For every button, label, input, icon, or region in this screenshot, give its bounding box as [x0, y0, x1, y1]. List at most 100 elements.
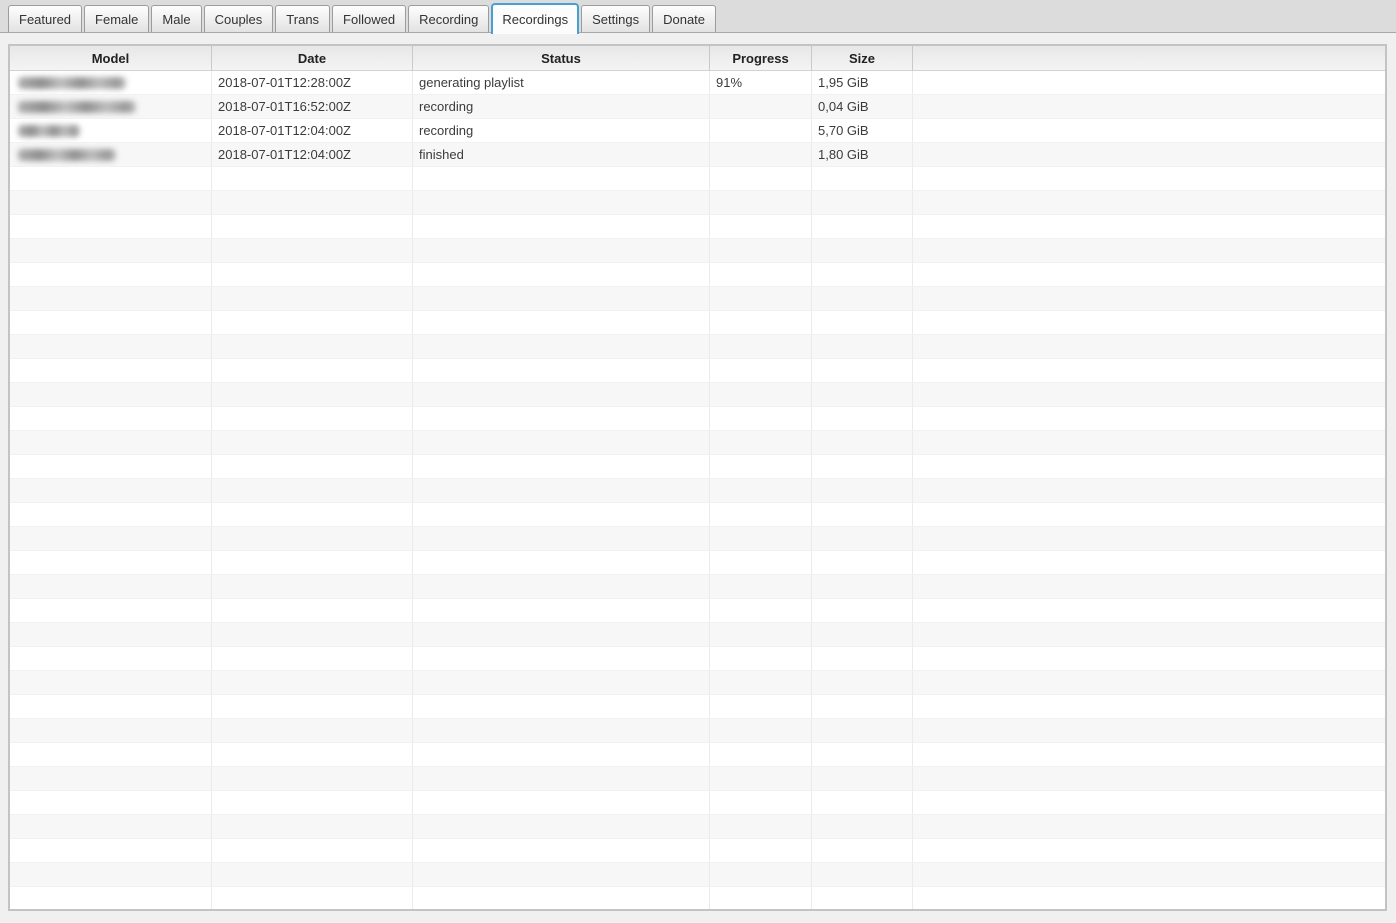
empty-row [10, 359, 1385, 383]
cell-model [10, 743, 212, 766]
cell-size [812, 383, 913, 406]
cell-filler [913, 383, 1385, 406]
cell-filler [913, 647, 1385, 670]
tab-recording[interactable]: Recording [408, 5, 489, 32]
cell-size [812, 479, 913, 502]
table-row[interactable]: 2018-07-01T12:04:00Zrecording5,70 GiB [10, 119, 1385, 143]
cell-date [212, 527, 413, 550]
cell-model [10, 119, 212, 142]
cell-filler [913, 311, 1385, 334]
cell-size [812, 719, 913, 742]
column-header-date[interactable]: Date [212, 46, 413, 70]
cell-status [413, 311, 710, 334]
cell-filler [913, 95, 1385, 118]
tab-female[interactable]: Female [84, 5, 149, 32]
cell-model [10, 719, 212, 742]
cell-filler [913, 503, 1385, 526]
cell-progress [710, 455, 812, 478]
recordings-panel: ModelDateStatusProgressSize 2018-07-01T1… [8, 44, 1387, 911]
cell-size [812, 863, 913, 886]
cell-progress [710, 431, 812, 454]
cell-size [812, 527, 913, 550]
cell-date [212, 479, 413, 502]
cell-model [10, 287, 212, 310]
tab-recordings[interactable]: Recordings [491, 3, 579, 34]
cell-progress [710, 647, 812, 670]
cell-progress [710, 311, 812, 334]
cell-size [812, 335, 913, 358]
cell-status [413, 335, 710, 358]
cell-status [413, 719, 710, 742]
cell-model [10, 599, 212, 622]
cell-filler [913, 479, 1385, 502]
tab-settings[interactable]: Settings [581, 5, 650, 32]
empty-row [10, 503, 1385, 527]
cell-filler [913, 335, 1385, 358]
table-row[interactable]: 2018-07-01T12:04:00Zfinished1,80 GiB [10, 143, 1385, 167]
cell-model [10, 791, 212, 814]
cell-filler [913, 863, 1385, 886]
empty-row [10, 743, 1385, 767]
cell-progress [710, 239, 812, 262]
cell-model [10, 167, 212, 190]
cell-model [10, 95, 212, 118]
cell-filler [913, 167, 1385, 190]
cell-date [212, 335, 413, 358]
cell-date [212, 623, 413, 646]
tab-trans[interactable]: Trans [275, 5, 330, 32]
cell-size [812, 839, 913, 862]
cell-date [212, 767, 413, 790]
cell-status [413, 239, 710, 262]
tab-male[interactable]: Male [151, 5, 201, 32]
cell-status [413, 287, 710, 310]
tab-followed[interactable]: Followed [332, 5, 406, 32]
cell-status [413, 407, 710, 430]
empty-row [10, 599, 1385, 623]
tab-featured[interactable]: Featured [8, 5, 82, 32]
cell-date [212, 287, 413, 310]
empty-row [10, 839, 1385, 863]
table-row[interactable]: 2018-07-01T12:28:00Zgenerating playlist9… [10, 71, 1385, 95]
cell-status [413, 551, 710, 574]
cell-status [413, 815, 710, 838]
cell-model [10, 623, 212, 646]
cell-progress [710, 887, 812, 910]
cell-status [413, 167, 710, 190]
table-row[interactable]: 2018-07-01T16:52:00Zrecording0,04 GiB [10, 95, 1385, 119]
cell-size [812, 767, 913, 790]
cell-date [212, 695, 413, 718]
cell-progress [710, 719, 812, 742]
cell-model [10, 383, 212, 406]
column-header-size[interactable]: Size [812, 46, 913, 70]
cell-size [812, 287, 913, 310]
cell-filler [913, 719, 1385, 742]
empty-row [10, 455, 1385, 479]
empty-row [10, 887, 1385, 911]
cell-date [212, 455, 413, 478]
empty-row [10, 215, 1385, 239]
cell-date [212, 167, 413, 190]
cell-filler [913, 695, 1385, 718]
cell-date [212, 263, 413, 286]
tab-donate[interactable]: Donate [652, 5, 716, 32]
empty-row [10, 767, 1385, 791]
cell-size [812, 671, 913, 694]
cell-size: 1,95 GiB [812, 71, 913, 94]
cell-progress [710, 263, 812, 286]
cell-size: 0,04 GiB [812, 95, 913, 118]
cell-date [212, 311, 413, 334]
cell-model [10, 359, 212, 382]
column-header-progress[interactable]: Progress [710, 46, 812, 70]
column-header-model[interactable]: Model [10, 46, 212, 70]
tab-couples[interactable]: Couples [204, 5, 274, 32]
column-header-status[interactable]: Status [413, 46, 710, 70]
cell-model [10, 143, 212, 166]
empty-row [10, 335, 1385, 359]
cell-date [212, 719, 413, 742]
cell-date [212, 815, 413, 838]
cell-status [413, 695, 710, 718]
cell-size [812, 599, 913, 622]
cell-date [212, 383, 413, 406]
cell-progress [710, 695, 812, 718]
cell-size [812, 503, 913, 526]
